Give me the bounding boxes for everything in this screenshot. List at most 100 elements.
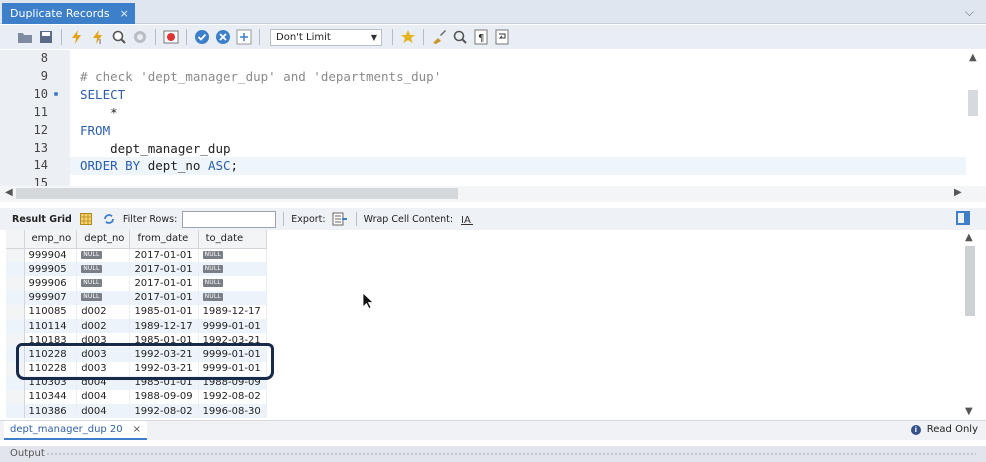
- table-cell-emp-no[interactable]: 999905: [24, 262, 78, 277]
- table-cell-dept-no[interactable]: d004: [76, 389, 131, 405]
- scrollbar-thumb[interactable]: [965, 246, 975, 316]
- result-tab-dept-manager-dup[interactable]: dept_manager_dup 20 ×: [4, 421, 148, 440]
- table-cell-from-date[interactable]: 2017-01-01: [129, 248, 199, 263]
- table-cell-emp-no[interactable]: 110114: [24, 318, 78, 334]
- table-row[interactable]: 110114 d002 1989-12-17 9999-01-01: [6, 318, 267, 334]
- rollback-cancel-icon[interactable]: [214, 28, 232, 46]
- table-row[interactable]: 110386 d004 1992-08-02 1996-08-30: [6, 404, 267, 419]
- explain-magnifier-icon[interactable]: [110, 28, 128, 46]
- row-header[interactable]: [6, 304, 25, 319]
- limit-rows-select[interactable]: Don't Limit ▼: [270, 28, 382, 46]
- duplicate-rows-annotation: [16, 343, 274, 380]
- table-cell-emp-no[interactable]: 999906: [24, 276, 78, 291]
- column-header-from-date[interactable]: from_date: [129, 230, 199, 249]
- table-cell-dept-no[interactable]: d002: [76, 318, 131, 334]
- wrap-cell-content-icon[interactable]: IA: [458, 210, 476, 228]
- tab-list-chevron-icon[interactable]: ⌵: [965, 5, 974, 20]
- commit-check-icon[interactable]: [193, 28, 211, 46]
- row-header-corner[interactable]: [6, 230, 25, 249]
- refresh-icon[interactable]: [100, 210, 118, 228]
- row-header[interactable]: [6, 276, 25, 291]
- table-cell-emp-no[interactable]: 110085: [24, 304, 78, 319]
- table-row[interactable]: 999904 NULL 2017-01-01 NULL: [6, 248, 267, 263]
- table-cell-emp-no[interactable]: 110344: [24, 389, 78, 405]
- table-cell-from-date[interactable]: 2017-01-01: [129, 290, 199, 305]
- editor-horizontal-scrollbar[interactable]: ◀ ▶: [0, 186, 986, 202]
- tab-duplicate-records[interactable]: Duplicate Records ×: [2, 3, 135, 24]
- wrap-lines-icon[interactable]: [493, 28, 511, 46]
- table-cell-dept-no[interactable]: d004: [76, 404, 131, 419]
- scroll-left-icon[interactable]: ◀: [5, 187, 13, 198]
- table-cell-from-date[interactable]: 2017-01-01: [129, 262, 199, 277]
- table-cell-from-date[interactable]: 1988-09-09: [129, 389, 199, 405]
- table-cell-to-date[interactable]: 1996-08-30: [198, 404, 267, 419]
- editor-vertical-scrollbar[interactable]: ▲: [966, 50, 980, 186]
- table-cell-from-date[interactable]: 1989-12-17: [129, 318, 199, 334]
- table-cell-dept-no[interactable]: NULL: [76, 290, 131, 305]
- scroll-up-icon[interactable]: ▲: [969, 52, 977, 63]
- table-cell-from-date[interactable]: 1992-08-02: [129, 404, 199, 419]
- table-cell-to-date[interactable]: 1992-08-02: [198, 389, 267, 405]
- grid-vertical-scrollbar[interactable]: ▲ ▼: [962, 230, 978, 420]
- scroll-right-icon[interactable]: ▶: [954, 187, 962, 198]
- table-cell-to-date[interactable]: 1989-12-17: [198, 304, 267, 319]
- table-cell-to-date[interactable]: NULL: [198, 262, 267, 277]
- table-cell-to-date[interactable]: NULL: [198, 290, 267, 305]
- table-cell-emp-no[interactable]: 999904: [24, 248, 78, 263]
- export-icon[interactable]: [331, 210, 349, 228]
- stop-on-error-icon[interactable]: [162, 28, 180, 46]
- result-grid[interactable]: emp_no dept_no from_date to_date 999904 N…: [0, 230, 986, 420]
- row-header[interactable]: [6, 318, 25, 334]
- table-cell-to-date[interactable]: 9999-01-01: [198, 318, 267, 334]
- scrollbar-thumb[interactable]: [968, 90, 978, 116]
- row-header[interactable]: [6, 404, 25, 419]
- table-cell-from-date[interactable]: 2017-01-01: [129, 276, 199, 291]
- scrollbar-thumb[interactable]: [16, 188, 458, 199]
- filter-rows-input[interactable]: [182, 210, 277, 228]
- table-cell-dept-no[interactable]: d002: [76, 304, 131, 319]
- grid-view-icon[interactable]: [77, 210, 95, 228]
- column-header-emp-no[interactable]: emp_no: [24, 230, 78, 249]
- autocommit-toggle-icon[interactable]: [235, 28, 253, 46]
- table-cell-dept-no[interactable]: NULL: [76, 262, 131, 277]
- column-header-dept-no[interactable]: dept_no: [76, 230, 131, 249]
- scroll-up-icon[interactable]: ▲: [965, 232, 973, 243]
- table-row[interactable]: 999907 NULL 2017-01-01 NULL: [6, 290, 267, 305]
- table-row[interactable]: 110085 d002 1985-01-01 1989-12-17: [6, 304, 267, 319]
- tab-close-icon[interactable]: ×: [120, 3, 129, 24]
- open-file-icon[interactable]: [16, 28, 34, 46]
- invisible-characters-icon[interactable]: ¶: [472, 28, 490, 46]
- save-icon[interactable]: [37, 28, 55, 46]
- table-row[interactable]: 999905 NULL 2017-01-01 NULL: [6, 262, 267, 277]
- column-header-to-date[interactable]: to_date: [198, 230, 267, 249]
- splitter-grip[interactable]: [46, 452, 976, 456]
- result-tab-strip: dept_manager_dup 20 × i Read Only: [0, 420, 986, 440]
- table-cell-to-date[interactable]: NULL: [198, 276, 267, 291]
- table-row[interactable]: 110344 d004 1988-09-09 1992-08-02: [6, 389, 267, 405]
- row-header[interactable]: [6, 389, 25, 405]
- table-row[interactable]: 999906 NULL 2017-01-01 NULL: [6, 276, 267, 291]
- scroll-down-icon[interactable]: ▼: [965, 406, 973, 417]
- table-cell-emp-no[interactable]: 999907: [24, 290, 78, 305]
- table-cell-dept-no[interactable]: NULL: [76, 248, 131, 263]
- result-grid-label[interactable]: Result Grid: [12, 214, 72, 225]
- row-header[interactable]: [6, 248, 25, 263]
- table-cell-from-date[interactable]: 1985-01-01: [129, 304, 199, 319]
- table-cell-dept-no[interactable]: NULL: [76, 276, 131, 291]
- result-tab-close-icon[interactable]: ×: [133, 421, 141, 438]
- sql-editor[interactable]: 8 9 10 11 12 13 14 15 # check 'dept_mana…: [0, 50, 986, 190]
- output-panel-header[interactable]: Output: [0, 446, 986, 462]
- execute-lightning-icon[interactable]: [68, 28, 86, 46]
- beautify-brush-icon[interactable]: [430, 28, 448, 46]
- table-cell-to-date[interactable]: NULL: [198, 248, 267, 263]
- code-area[interactable]: # check 'dept_manager_dup' and 'departme…: [70, 50, 966, 186]
- table-cell-emp-no[interactable]: 110386: [24, 404, 78, 419]
- side-panel-toggle-icon[interactable]: [956, 211, 970, 225]
- row-header[interactable]: [6, 290, 25, 305]
- stop-icon[interactable]: [131, 28, 149, 46]
- find-magnifier-icon[interactable]: [451, 28, 469, 46]
- row-header[interactable]: [6, 262, 25, 277]
- toolbar-separator: [355, 212, 357, 226]
- execute-statement-icon[interactable]: I: [89, 28, 107, 46]
- add-snippet-star-icon[interactable]: [399, 28, 417, 46]
